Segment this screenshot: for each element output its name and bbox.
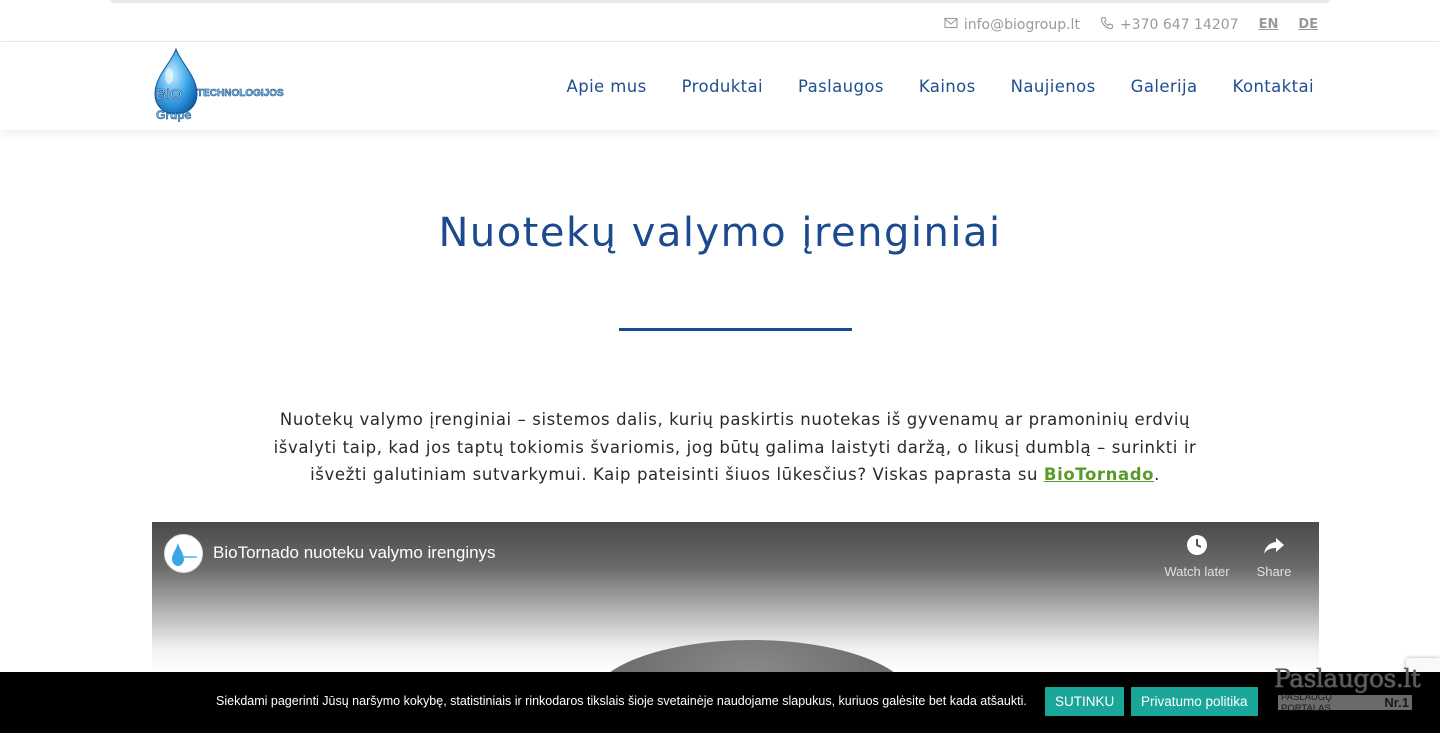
cookie-text: Siekdami pagerinti Jūsų naršymo kokybę, … bbox=[216, 694, 1027, 708]
browser-top-strip bbox=[0, 0, 1440, 8]
phone-text: +370 647 14207 bbox=[1119, 16, 1239, 33]
page-title: Nuotekų valymo įrenginiai bbox=[438, 210, 1002, 256]
intro-paragraph: Nuotekų valymo įrenginiai – sistemos dal… bbox=[270, 406, 1200, 489]
browser-scroll-indicator bbox=[110, 0, 1330, 3]
portal-name: Paslaugos.lt bbox=[1274, 664, 1421, 693]
video-title[interactable]: BioTornado nuoteku valymo irenginys bbox=[213, 543, 496, 563]
intro-end: . bbox=[1154, 465, 1160, 484]
video-thumbnail-shape bbox=[592, 640, 912, 672]
top-contact-bar: info@biogroup.lt +370 647 14207 EN DE bbox=[0, 8, 1440, 42]
nav-item-naujienos[interactable]: Naujienos bbox=[1011, 77, 1096, 96]
title-divider bbox=[619, 328, 852, 331]
share-label: Share bbox=[1256, 564, 1292, 579]
share-button[interactable]: Share bbox=[1234, 534, 1314, 579]
nav-item-paslaugos[interactable]: Paslaugos bbox=[798, 77, 884, 96]
nav-item-produktai[interactable]: Produktai bbox=[682, 77, 763, 96]
privacy-policy-button[interactable]: Privatumo politika bbox=[1131, 687, 1258, 716]
envelope-icon bbox=[944, 16, 958, 34]
logo-group-text: Grupė bbox=[156, 108, 192, 122]
watch-later-label: Watch later bbox=[1164, 564, 1230, 579]
cookie-agree-button[interactable]: SUTINKU bbox=[1045, 687, 1125, 716]
logo-bio-text: BIO bbox=[156, 86, 182, 103]
site-header: BIO TECHNOLOGIJOS Grupė Apie mus Produkt… bbox=[0, 42, 1440, 130]
watch-later-button[interactable]: Watch later bbox=[1157, 534, 1237, 579]
biotornado-link[interactable]: BioTornado bbox=[1044, 465, 1154, 484]
email-link[interactable]: info@biogroup.lt bbox=[944, 16, 1080, 34]
email-text: info@biogroup.lt bbox=[963, 16, 1080, 33]
clock-icon bbox=[1157, 534, 1237, 556]
nav-item-galerija[interactable]: Galerija bbox=[1131, 77, 1198, 96]
language-en-link[interactable]: EN bbox=[1259, 17, 1279, 32]
nav-item-apie-mus[interactable]: Apie mus bbox=[567, 77, 647, 96]
video-embed[interactable]: BioTornado nuoteku valymo irenginys Watc… bbox=[152, 522, 1319, 672]
paslaugos-portal-badge[interactable]: Paslaugos.lt PASLAUGŲ PORTALAS Nr.1 bbox=[1274, 664, 1421, 714]
channel-avatar[interactable] bbox=[164, 534, 203, 573]
portal-rank: Nr.1 bbox=[1384, 695, 1409, 710]
nav-item-kainos[interactable]: Kainos bbox=[919, 77, 976, 96]
main-navigation: Apie mus Produktai Paslaugos Kainos Nauj… bbox=[532, 42, 1314, 130]
phone-link[interactable]: +370 647 14207 bbox=[1100, 16, 1239, 34]
logo-tech-text: TECHNOLOGIJOS bbox=[197, 88, 284, 99]
phone-icon bbox=[1100, 16, 1114, 34]
nav-item-kontaktai[interactable]: Kontaktai bbox=[1233, 77, 1314, 96]
site-logo[interactable]: BIO TECHNOLOGIJOS Grupė bbox=[152, 47, 302, 126]
cookie-banner: Siekdami pagerinti Jūsų naršymo kokybę, … bbox=[0, 672, 1440, 733]
language-de-link[interactable]: DE bbox=[1298, 17, 1318, 32]
portal-sub-text: PASLAUGŲ PORTALAS bbox=[1281, 691, 1333, 714]
portal-sub-bar: PASLAUGŲ PORTALAS Nr.1 bbox=[1278, 692, 1412, 714]
share-icon bbox=[1234, 534, 1314, 556]
